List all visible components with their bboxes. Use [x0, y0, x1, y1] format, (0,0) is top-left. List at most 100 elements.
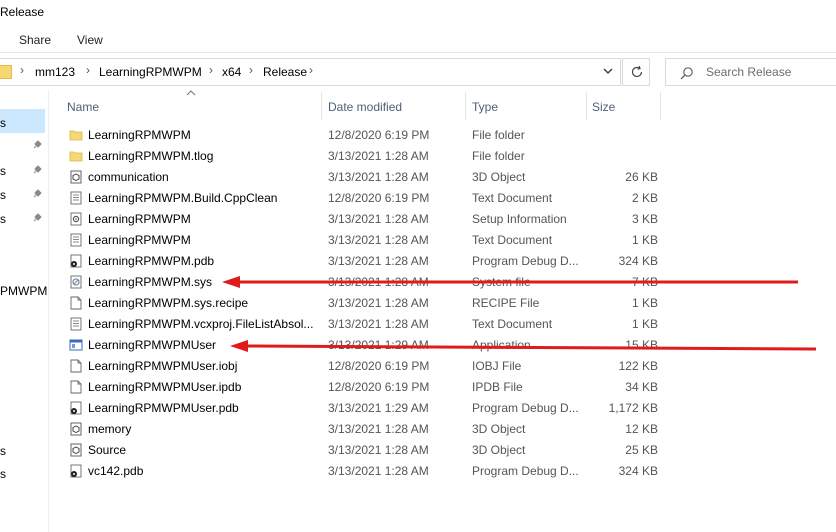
file-date-modified: 3/13/2021 1:28 AM — [328, 149, 429, 163]
file-row[interactable]: LearningRPMWPM 3/13/2021 1:28 AM Setup Inf… — [66, 209, 666, 230]
file-row[interactable]: LearningRPMWPM.pdb 3/13/2021 1:28 AM Progr… — [66, 251, 666, 272]
file-row[interactable]: LearningRPMWPMUser.iobj 12/8/2020 6:19 PM… — [66, 356, 666, 377]
pane-divider[interactable] — [48, 90, 49, 532]
file-type: Text Document — [472, 317, 553, 331]
file-name[interactable]: LearningRPMWPM.sys.recipe — [88, 296, 248, 310]
file-type: Text Document — [472, 191, 553, 205]
chevron-down-icon[interactable] — [602, 65, 614, 77]
file-size: 1 KB — [631, 317, 658, 331]
chevron-right-icon: › — [209, 63, 213, 77]
column-separator[interactable] — [586, 92, 587, 120]
pin-icon[interactable] — [32, 140, 42, 150]
file-size: 1,172 KB — [608, 401, 658, 415]
file-row[interactable]: vc142.pdb 3/13/2021 1:28 AM Program Debug … — [66, 461, 666, 482]
file-size: 25 KB — [625, 443, 658, 457]
nav-item[interactable]: s — [0, 212, 6, 226]
breadcrumb-learningrpmwpm[interactable]: LearningRPMWPM — [99, 65, 202, 79]
file-name[interactable]: LearningRPMWPM.pdb — [88, 254, 214, 268]
column-header-size[interactable]: Size — [592, 100, 615, 114]
file-name[interactable]: LearningRPMWPM — [88, 233, 191, 247]
file-name[interactable]: LearningRPMWPM.vcxproj.FileListAbsol... — [88, 317, 313, 331]
file-row[interactable]: LearningRPMWPMUser.pdb 3/13/2021 1:29 AM P… — [66, 398, 666, 419]
file-size: 122 KB — [618, 359, 658, 373]
nav-selected-item[interactable] — [0, 109, 45, 133]
pin-icon[interactable] — [32, 213, 42, 223]
chevron-right-icon: › — [86, 63, 90, 77]
file-row[interactable]: LearningRPMWPM.Build.CppClean 12/8/2020 6… — [66, 188, 666, 209]
file-row[interactable]: LearningRPMWPM.vcxproj.FileListAbsol... 3… — [66, 314, 666, 335]
file-size: 324 KB — [618, 464, 658, 478]
chevron-right-icon: › — [249, 63, 253, 77]
breadcrumb-release[interactable]: Release — [263, 65, 307, 79]
file-type: Setup Information — [472, 212, 567, 226]
pin-icon[interactable] — [32, 165, 42, 175]
search-input[interactable]: Search Release — [706, 65, 791, 79]
file-name[interactable]: LearningRPMWPMUser.ipdb — [88, 380, 241, 394]
file-type: 3D Object — [472, 443, 526, 457]
nav-item[interactable]: s — [0, 116, 6, 130]
file-date-modified: 12/8/2020 6:19 PM — [328, 191, 430, 205]
file-name[interactable]: LearningRPMWPM.sys — [88, 275, 212, 289]
file-row[interactable]: communication 3/13/2021 1:28 AM 3D Object 2… — [66, 167, 666, 188]
file-row[interactable]: LearningRPMWPM.sys 3/13/2021 1:28 AM Syste… — [66, 272, 666, 293]
column-separator[interactable] — [465, 92, 466, 120]
column-header-name[interactable]: Name — [67, 100, 99, 114]
navigation-pane[interactable] — [0, 90, 48, 532]
setup-information-icon — [69, 212, 83, 226]
chevron-right-icon: › — [20, 63, 24, 77]
file-row[interactable]: LearningRPMWPM 12/8/2020 6:19 PM File fold… — [66, 125, 666, 146]
file-row[interactable]: LearningRPMWPMUser.ipdb 12/8/2020 6:19 PM… — [66, 377, 666, 398]
generic-file-icon — [69, 296, 83, 310]
file-name[interactable]: LearningRPMWPM — [88, 128, 191, 142]
address-bar[interactable]: › mm123 › LearningRPMWPM › x64 › Release… — [0, 58, 621, 86]
file-date-modified: 3/13/2021 1:28 AM — [328, 296, 429, 310]
file-name[interactable]: LearningRPMWPM.Build.CppClean — [88, 191, 277, 205]
file-size: 15 KB — [625, 338, 658, 352]
file-name[interactable]: vc142.pdb — [88, 464, 143, 478]
column-separator[interactable] — [321, 92, 322, 120]
file-name[interactable]: communication — [88, 170, 169, 184]
file-name[interactable]: LearningRPMWPMUser — [88, 338, 216, 352]
search-box[interactable]: Search Release — [665, 58, 836, 86]
file-date-modified: 3/13/2021 1:29 AM — [328, 401, 429, 415]
column-header-type[interactable]: Type — [472, 100, 498, 114]
sort-ascending-icon — [186, 90, 196, 96]
file-name[interactable]: LearningRPMWPMUser.iobj — [88, 359, 237, 373]
nav-item[interactable]: s — [0, 164, 6, 178]
file-row[interactable]: memory 3/13/2021 1:28 AM 3D Object 12 KB — [66, 419, 666, 440]
file-type: 3D Object — [472, 422, 526, 436]
breadcrumb-mm123[interactable]: mm123 — [35, 65, 75, 79]
file-date-modified: 12/8/2020 6:19 PM — [328, 380, 430, 394]
3d-object-icon — [69, 443, 83, 457]
file-name[interactable]: LearningRPMWPMUser.pdb — [88, 401, 239, 415]
file-name[interactable]: Source — [88, 443, 126, 457]
file-row[interactable]: Source 3/13/2021 1:28 AM 3D Object 25 KB — [66, 440, 666, 461]
column-separator[interactable] — [660, 92, 661, 120]
pin-icon[interactable] — [32, 189, 42, 199]
nav-item[interactable]: s — [0, 444, 6, 458]
file-date-modified: 3/13/2021 1:28 AM — [328, 317, 429, 331]
file-row[interactable]: LearningRPMWPM.sys.recipe 3/13/2021 1:28 … — [66, 293, 666, 314]
column-header-date[interactable]: Date modified — [328, 100, 402, 114]
file-type: File folder — [472, 149, 525, 163]
file-date-modified: 3/13/2021 1:28 AM — [328, 254, 429, 268]
file-row[interactable]: LearningRPMWPM.tlog 3/13/2021 1:28 AM File… — [66, 146, 666, 167]
file-type: System file — [472, 275, 531, 289]
tab-view[interactable]: View — [77, 33, 103, 47]
file-row[interactable]: LearningRPMWPMUser 3/13/2021 1:29 AM Appli… — [66, 335, 666, 356]
nav-item[interactable]: s — [0, 188, 6, 202]
nav-item[interactable]: PMWPM — [0, 284, 47, 298]
file-name[interactable]: LearningRPMWPM.tlog — [88, 149, 213, 163]
tab-share[interactable]: Share — [19, 33, 51, 47]
breadcrumb-x64[interactable]: x64 — [222, 65, 241, 79]
nav-item[interactable]: s — [0, 467, 6, 481]
file-row[interactable]: LearningRPMWPM 3/13/2021 1:28 AM Text Docu… — [66, 230, 666, 251]
refresh-button[interactable] — [622, 58, 650, 86]
folder-icon — [69, 149, 83, 163]
file-name[interactable]: LearningRPMWPM — [88, 212, 191, 226]
debug-database-icon — [69, 401, 83, 415]
file-name[interactable]: memory — [88, 422, 131, 436]
3d-object-icon — [69, 170, 83, 184]
ribbon-divider — [0, 52, 836, 53]
file-date-modified: 3/13/2021 1:28 AM — [328, 212, 429, 226]
